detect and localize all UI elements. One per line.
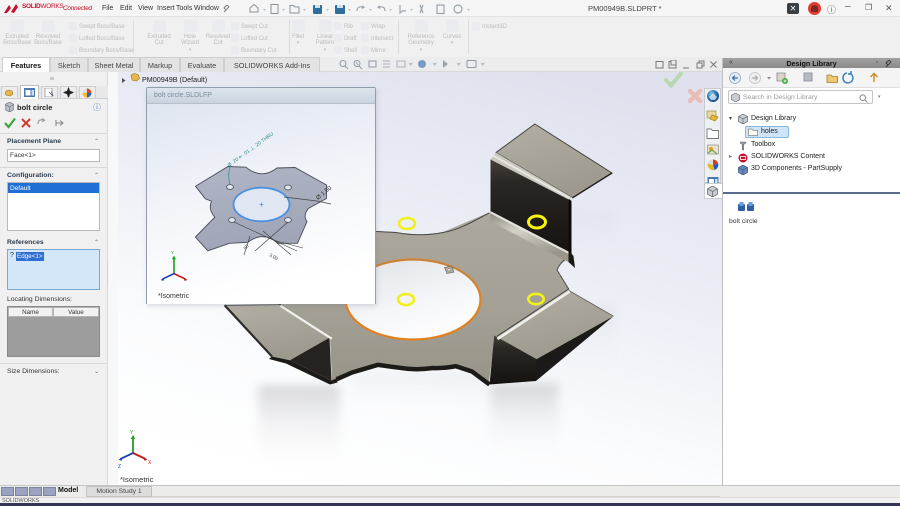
svg-text:Y: Y (171, 250, 174, 255)
svg-text:Z: Z (118, 464, 121, 470)
svg-text:*Isometric: *Isometric (158, 293, 190, 300)
svg-text:*Isometric: *Isometric (120, 475, 154, 484)
svg-text:PM00949B (Default): PM00949B (Default) (142, 75, 207, 84)
